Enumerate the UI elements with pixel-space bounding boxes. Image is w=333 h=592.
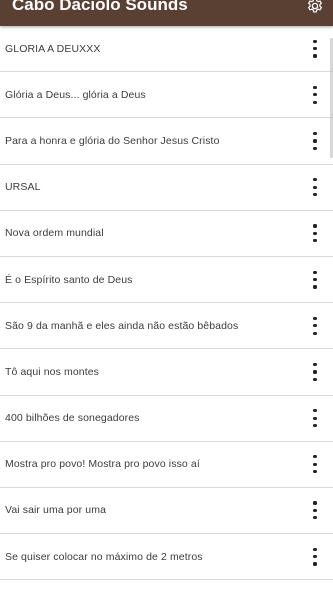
sound-row[interactable]: São 9 da manhã e eles ainda não estão bê… [0,303,333,350]
sound-row[interactable]: GLORIA A DEUXXX [0,26,333,73]
sound-title: 400 bilhões de sonegadores [5,412,140,425]
sound-row[interactable]: URSAL [0,165,333,211]
sound-title: Nova ordem mundial [5,227,104,240]
more-vertical-icon[interactable] [309,224,321,243]
more-vertical-icon[interactable] [309,316,321,335]
more-vertical-icon[interactable] [309,409,321,428]
sound-row[interactable]: 400 bilhões de sonegadores [0,396,333,442]
sound-title: Tô aqui nos montes [5,365,100,378]
more-vertical-icon[interactable] [309,270,321,289]
sound-row[interactable]: Vai sair uma por uma [0,488,333,535]
sound-title: URSAL [5,181,41,194]
sound-row[interactable]: É o Espírito santo de Deus [0,257,333,304]
sound-title: Glória a Deus... glória a Deus [5,88,146,101]
more-vertical-icon[interactable] [309,39,321,58]
more-vertical-icon[interactable] [309,362,321,381]
sound-title: Se quiser colocar no máximo de 2 metros [5,550,203,563]
gear-icon [308,0,322,13]
more-vertical-icon[interactable] [309,501,321,520]
sound-row[interactable]: Glória a Deus... glória a Deus [0,72,333,119]
more-vertical-icon[interactable] [309,131,321,150]
sound-title: Mostra pro povo! Mostra pro povo isso aí [5,458,200,471]
sound-list: GLORIA A DEUXXX Glória a Deus... glória … [0,26,333,581]
sound-title: É o Espírito santo de Deus [5,273,133,286]
sound-title: Vai sair uma por uma [5,504,107,517]
app-bar: Cabo Daciolo Sounds [0,0,333,26]
sound-row[interactable]: Tô aqui nos montes [0,349,333,396]
sound-row[interactable]: Se quiser colocar no máximo de 2 metros [0,534,333,581]
more-vertical-icon[interactable] [309,178,321,197]
sound-title: GLORIA A DEUXXX [5,42,101,55]
more-vertical-icon[interactable] [309,85,321,104]
app-title: Cabo Daciolo Sounds [12,0,188,14]
sound-title: Para a honra e glória do Senhor Jesus Cr… [5,134,220,147]
sound-title: São 9 da manhã e eles ainda não estão bê… [5,319,239,332]
sound-row[interactable]: Nova ordem mundial [0,211,333,257]
sound-row[interactable]: Mostra pro povo! Mostra pro povo isso aí [0,442,333,488]
more-vertical-icon[interactable] [309,455,321,474]
settings-button[interactable] [305,0,325,16]
more-vertical-icon[interactable] [309,547,321,566]
sound-row[interactable]: Para a honra e glória do Senhor Jesus Cr… [0,118,333,165]
